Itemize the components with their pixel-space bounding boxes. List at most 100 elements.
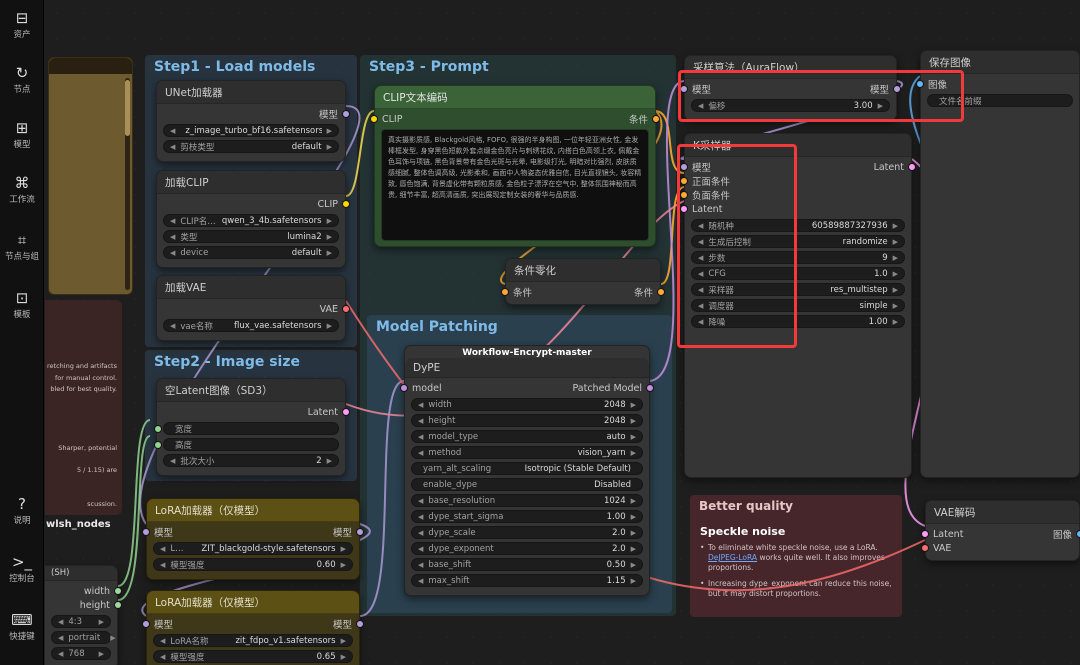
increment-arrow[interactable]: ▶ xyxy=(893,318,898,326)
widget-max_shift[interactable]: ◀ max_shift 1.15 ▶ xyxy=(411,574,643,587)
slot-dot[interactable] xyxy=(646,384,654,392)
output-slot-模型[interactable]: 模型 xyxy=(333,617,364,631)
widget-4:3[interactable]: ◀ 4:3 ▶ xyxy=(51,615,111,628)
widget-yarn_alt_scaling[interactable]: yarn_alt_scaling Isotropic (Stable Defaul… xyxy=(411,462,643,475)
group-title-better-quality[interactable]: Better quality xyxy=(690,495,902,517)
widget-剪枝类型[interactable]: ◀ 剪枝类型 default ▶ xyxy=(163,140,339,153)
increment-arrow[interactable]: ▶ xyxy=(893,254,898,262)
decrement-arrow[interactable]: ◀ xyxy=(418,561,423,569)
node-title[interactable]: CLIP文本编码 xyxy=(375,86,655,109)
slot-dot[interactable] xyxy=(342,305,350,313)
increment-arrow[interactable]: ▶ xyxy=(893,222,898,230)
sidebar-item-templates[interactable]: ⊡ 模板 xyxy=(0,290,44,320)
output-slot-图像[interactable]: 图像 xyxy=(1053,527,1080,541)
decrement-arrow[interactable]: ◀ xyxy=(170,233,175,241)
speckle-note[interactable]: Speckle noise To eliminate white speckle… xyxy=(690,517,902,609)
slot-dot[interactable] xyxy=(114,601,122,609)
input-slot-Latent[interactable]: Latent xyxy=(680,204,722,215)
slot-dot[interactable] xyxy=(114,587,122,595)
widget-model_type[interactable]: ◀ model_type auto ▶ xyxy=(411,430,643,443)
widget-文件名前缀[interactable]: 文件名前缀 xyxy=(927,94,1073,107)
increment-arrow[interactable]: ▶ xyxy=(631,401,636,409)
decrement-arrow[interactable]: ◀ xyxy=(170,127,175,135)
increment-arrow[interactable]: ▶ xyxy=(631,497,636,505)
output-slot-width[interactable]: width xyxy=(84,586,122,597)
increment-arrow[interactable]: ▶ xyxy=(631,513,636,521)
increment-arrow[interactable]: ▶ xyxy=(893,270,898,278)
widget-类型[interactable]: ◀ 类型 lumina2 ▶ xyxy=(163,230,339,243)
decrement-arrow[interactable]: ◀ xyxy=(160,653,165,661)
node-clip-text-encode[interactable]: CLIP文本编码 CLIP 条件 真实摄影质感, Blackgold风格, FOF… xyxy=(370,85,660,247)
widget-降噪[interactable]: ◀ 降噪 1.00 ▶ xyxy=(691,315,905,328)
widget-device[interactable]: ◀ device default ▶ xyxy=(163,246,339,259)
widget-enable_dype[interactable]: enable_dype Disabled xyxy=(411,478,643,491)
node-title[interactable]: (SH) xyxy=(45,566,117,581)
node-empty-latent[interactable]: 空Latent图像（SD3） Latent 宽度 高度 ◀ 批次大小 2 ▶ xyxy=(154,378,350,476)
decrement-arrow[interactable]: ◀ xyxy=(698,254,703,262)
decrement-arrow[interactable]: ◀ xyxy=(418,497,423,505)
increment-arrow[interactable]: ▶ xyxy=(110,634,115,642)
output-slot-height[interactable]: height xyxy=(80,600,122,611)
increment-arrow[interactable]: ▶ xyxy=(878,102,883,110)
increment-arrow[interactable]: ▶ xyxy=(631,433,636,441)
widget-CFG[interactable]: ◀ CFG 1.0 ▶ xyxy=(691,267,905,280)
decrement-arrow[interactable]: ◀ xyxy=(170,249,175,257)
input-slot-Latent[interactable]: Latent xyxy=(921,529,963,540)
decrement-arrow[interactable]: ◀ xyxy=(58,650,63,658)
dejpeg-lora-link[interactable]: DeJPEG-LoRA xyxy=(708,553,757,562)
node-title[interactable]: 条件零化 xyxy=(506,259,660,282)
widget-步数[interactable]: ◀ 步数 9 ▶ xyxy=(691,251,905,264)
node-title[interactable]: UNet加载器 xyxy=(157,81,345,104)
widget-768[interactable]: ◀ 768 ▶ xyxy=(51,647,111,660)
decrement-arrow[interactable]: ◀ xyxy=(418,433,423,441)
slot-dot[interactable] xyxy=(680,85,688,93)
node-dype[interactable]: Workflow-Encrypt-master DyPE model Patche… xyxy=(400,345,654,596)
scrollbar-thumb[interactable] xyxy=(125,80,130,136)
output-slot-模型[interactable]: 模型 xyxy=(333,525,364,539)
output-slot-模型[interactable]: 模型 xyxy=(319,107,350,121)
decrement-arrow[interactable]: ◀ xyxy=(698,222,703,230)
increment-arrow[interactable]: ▶ xyxy=(631,545,636,553)
slot-dot[interactable] xyxy=(501,288,509,296)
widget-vae名称[interactable]: ◀ vae名称 flux_vae.safetensors ▶ xyxy=(163,319,339,332)
slot-dot[interactable] xyxy=(400,384,408,392)
node-title[interactable]: VAE解码 xyxy=(926,501,1079,524)
slot-dot[interactable] xyxy=(657,288,665,296)
slot-dot[interactable] xyxy=(356,528,364,536)
widget-dype_start_sigma[interactable]: ◀ dype_start_sigma 1.00 ▶ xyxy=(411,510,643,523)
widget-CLIP名…[interactable]: ◀ CLIP名… qwen_3_4b.safetensors ▶ xyxy=(163,214,339,227)
node-title[interactable]: LoRA加载器（仅模型） xyxy=(147,499,359,522)
decrement-arrow[interactable]: ◀ xyxy=(58,618,63,626)
increment-arrow[interactable]: ▶ xyxy=(327,457,332,465)
node-partial-sh[interactable]: (SH) width height ◀ 4:3 ▶ ◀ portrait ▶ ◀ 768 ▶ xyxy=(44,565,122,665)
slot-dot[interactable] xyxy=(342,408,350,416)
partial-note-left[interactable]: retching and artifacts for manual contro… xyxy=(45,300,122,515)
decrement-arrow[interactable]: ◀ xyxy=(418,545,423,553)
node-title[interactable]: 采样算法（AuraFlow） xyxy=(685,56,896,79)
decrement-arrow[interactable]: ◀ xyxy=(170,457,175,465)
widget-width[interactable]: ◀ width 2048 ▶ xyxy=(411,398,643,411)
input-slot-负面条件[interactable]: 负面条件 xyxy=(680,188,730,202)
output-slot-条件[interactable]: 条件 xyxy=(634,285,665,299)
widget-value[interactable]: ◀ z_image_turbo_bf16.safetensors ▶ xyxy=(163,124,339,137)
increment-arrow[interactable]: ▶ xyxy=(631,529,636,537)
node-title[interactable]: DyPE xyxy=(405,358,649,378)
slot-dot[interactable] xyxy=(370,115,378,123)
group-better-quality[interactable]: Better quality Speckle noise To eliminat… xyxy=(690,495,902,617)
node-ksampler[interactable]: K采样器 模型 Latent 正面条件 负面条件 Latent ◀ 随机种 605898873… xyxy=(680,133,916,478)
slot-dot[interactable] xyxy=(680,163,688,171)
sidebar-item-help[interactable]: ? 说明 xyxy=(0,496,44,526)
decrement-arrow[interactable]: ◀ xyxy=(160,561,165,569)
sidebar-item-shortcuts[interactable]: ⌨ 快捷键 xyxy=(0,612,44,642)
widget-采样器[interactable]: ◀ 采样器 res_multistep ▶ xyxy=(691,283,905,296)
input-slot-VAE[interactable]: VAE xyxy=(921,543,951,554)
increment-arrow[interactable]: ▶ xyxy=(893,238,898,246)
slot-dot[interactable] xyxy=(1076,530,1080,538)
group-title-step3[interactable]: Step3 - Prompt xyxy=(360,55,676,79)
widget-LoRA名称[interactable]: ◀ LoRA名称 zit_fdpo_v1.safetensors ▶ xyxy=(153,634,353,647)
slot-dot[interactable] xyxy=(680,205,688,213)
output-slot-Latent[interactable]: Latent xyxy=(874,162,916,173)
widget-dype_exponent[interactable]: ◀ dype_exponent 2.0 ▶ xyxy=(411,542,643,555)
widget-L…[interactable]: ◀ L… ZIT_blackgold-style.safetensors ▶ xyxy=(153,542,353,555)
decrement-arrow[interactable]: ◀ xyxy=(160,637,165,645)
